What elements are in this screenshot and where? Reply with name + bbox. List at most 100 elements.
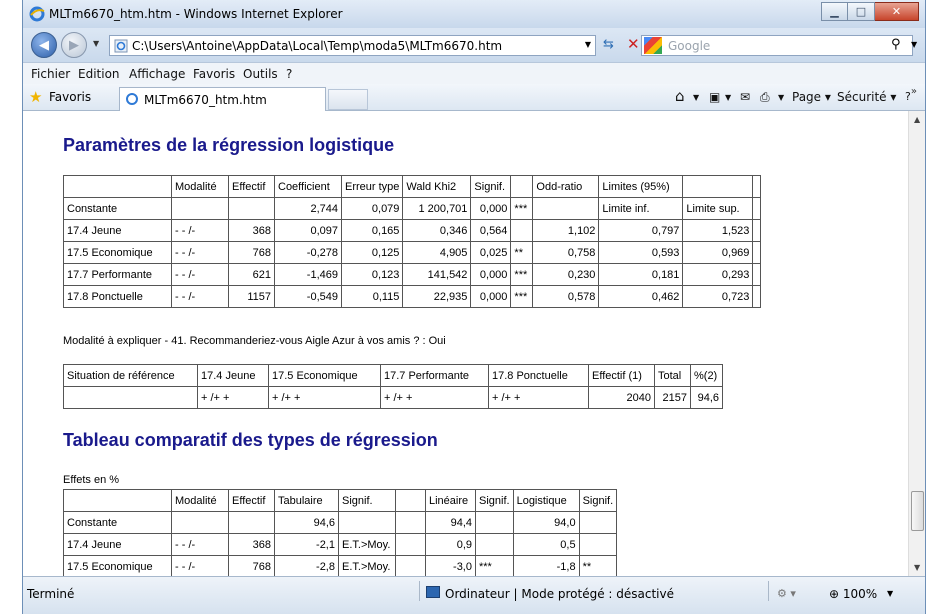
table-cell: 368 <box>228 533 275 556</box>
table-cell: Effectif (1) <box>588 364 655 387</box>
table-cell: Limite sup. <box>682 197 754 220</box>
search-provider-icon <box>644 37 662 54</box>
table-cell: Signif. <box>578 489 618 512</box>
table-cell: - - /- <box>171 263 229 286</box>
table-cell: 0,079 <box>340 197 404 220</box>
search-options-icon[interactable]: ▼ <box>911 40 917 49</box>
table-cell: Tabulaire <box>274 489 339 512</box>
table-cell: 22,935 <box>402 285 472 308</box>
menu-bar: Fichier Edition Affichage Favoris Outils… <box>23 62 925 84</box>
table-cell: 0,097 <box>274 219 342 242</box>
mail-icon[interactable]: ✉ <box>740 90 750 104</box>
close-button[interactable]: ✕ <box>875 2 919 21</box>
tab-title: MLTm6670_htm.htm <box>144 93 267 107</box>
security-menu[interactable]: Sécurité ▾ <box>837 90 896 104</box>
chevron-right-icon[interactable]: » <box>911 86 917 97</box>
table-cell: 1,523 <box>682 219 754 242</box>
regression-parameters-table: Modalité Effectif Coefficient Erreur type Wa… <box>63 175 762 308</box>
table-cell: ** <box>510 241 534 264</box>
table-cell: -2,1 <box>274 533 339 556</box>
zoom-dropdown-icon[interactable]: ▼ <box>887 589 893 598</box>
print-dropdown-icon[interactable]: ▼ <box>778 93 784 102</box>
table-cell: - - /- <box>171 285 229 308</box>
menu-outils[interactable]: Outils <box>243 67 278 81</box>
url-dropdown-icon[interactable]: ▼ <box>585 40 591 49</box>
rss-icon[interactable]: ▣ <box>709 90 720 104</box>
menu-fichier[interactable]: Fichier <box>31 67 70 81</box>
table-cell <box>752 219 762 242</box>
effects-label: Effets en % <box>63 474 120 486</box>
table-cell: Erreur type <box>340 175 404 198</box>
new-tab-button[interactable] <box>328 89 368 110</box>
favorites-button[interactable]: Favoris <box>49 90 91 104</box>
scroll-down-icon[interactable]: ▼ <box>914 563 920 572</box>
table-cell <box>752 241 762 264</box>
refresh-icon[interactable]: ⇆ <box>603 37 614 52</box>
add-on-icon[interactable]: ⚙ ▾ <box>777 587 796 600</box>
forward-button[interactable]: ▶ <box>61 32 87 58</box>
status-text: Terminé <box>27 587 75 601</box>
table-cell: Effectif <box>228 175 275 198</box>
search-box[interactable]: Google <box>641 35 913 56</box>
table-cell <box>228 511 275 534</box>
menu-favoris[interactable]: Favoris <box>193 67 235 81</box>
table-cell <box>171 511 229 534</box>
table-cell: 1,102 <box>532 219 600 242</box>
table-row: Constante 94,6 94,4 94,0 <box>63 511 618 534</box>
table-cell: 0,000 <box>470 197 512 220</box>
minimize-button[interactable]: ▁ <box>821 2 848 21</box>
back-button[interactable]: ◀ <box>31 32 57 58</box>
vertical-scrollbar[interactable]: ▲ ▼ <box>908 111 925 576</box>
reference-situation-table: Situation de référence 17.4 Jeune 17.5 Eco… <box>63 364 723 409</box>
table-cell: Limites (95%) <box>598 175 684 198</box>
home-dropdown-icon[interactable]: ▼ <box>693 93 699 102</box>
table-cell: + /+ + <box>380 386 489 409</box>
history-dropdown-icon[interactable]: ▼ <box>93 39 99 48</box>
title-bar: MLTm6670_htm.htm - Windows Internet Expl… <box>23 0 925 28</box>
print-icon[interactable]: ⎙ <box>760 90 770 105</box>
scroll-up-icon[interactable]: ▲ <box>914 115 920 124</box>
table-row: 17.4 Jeune - - /- 368 0,097 0,165 0,346 0,564 1… <box>63 219 762 242</box>
table-cell: ** <box>578 555 618 576</box>
table-cell: 94,6 <box>274 511 339 534</box>
table-cell <box>752 175 762 198</box>
page-menu[interactable]: Page ▾ <box>792 90 831 104</box>
table-cell <box>510 219 534 242</box>
explained-modality-note: Modalité à expliquer - 41. Recommanderie… <box>63 335 446 347</box>
table-cell: 0,000 <box>470 263 512 286</box>
table-cell <box>752 197 762 220</box>
stop-icon[interactable]: ✕ <box>627 35 640 53</box>
arrow-right-icon: ▶ <box>69 37 79 53</box>
page-content: Paramètres de la régression logistique M… <box>23 111 908 576</box>
table-cell: 94,0 <box>512 511 580 534</box>
scroll-thumb[interactable] <box>911 491 924 531</box>
table-cell: *** <box>510 197 534 220</box>
table-cell: -2,8 <box>274 555 339 576</box>
home-icon[interactable]: ⌂ <box>675 87 685 105</box>
table-cell: 0,593 <box>598 241 684 264</box>
table-cell: E.T.>Moy. <box>338 555 396 576</box>
table-cell <box>682 175 754 198</box>
menu-affichage[interactable]: Affichage <box>129 67 185 81</box>
address-bar[interactable]: C:\Users\Antoine\AppData\Local\Temp\moda… <box>109 35 596 56</box>
table-cell: 0,758 <box>532 241 600 264</box>
table-cell: 4,905 <box>402 241 472 264</box>
table-cell <box>510 175 534 198</box>
search-icon[interactable]: ⚲ <box>891 37 901 52</box>
table-cell: + /+ + <box>488 386 589 409</box>
menu-help[interactable]: ? <box>286 67 292 81</box>
table-cell: E.T.>Moy. <box>338 533 396 556</box>
table-cell <box>338 511 396 534</box>
table-cell <box>475 511 514 534</box>
table-cell: *** <box>510 285 534 308</box>
tab-current[interactable]: MLTm6670_htm.htm <box>119 87 326 111</box>
table-cell <box>395 511 426 534</box>
table-cell: 0,115 <box>340 285 404 308</box>
menu-edition[interactable]: Edition <box>78 67 120 81</box>
maximize-button[interactable]: □ <box>848 2 875 21</box>
table-cell: 17.7 Performante <box>63 263 172 286</box>
table-cell: 17.5 Economique <box>63 241 172 264</box>
rss-dropdown-icon[interactable]: ▼ <box>725 93 731 102</box>
zoom-level[interactable]: ⊕ 100% <box>829 587 877 601</box>
table-cell: 17.5 Economique <box>268 364 381 387</box>
